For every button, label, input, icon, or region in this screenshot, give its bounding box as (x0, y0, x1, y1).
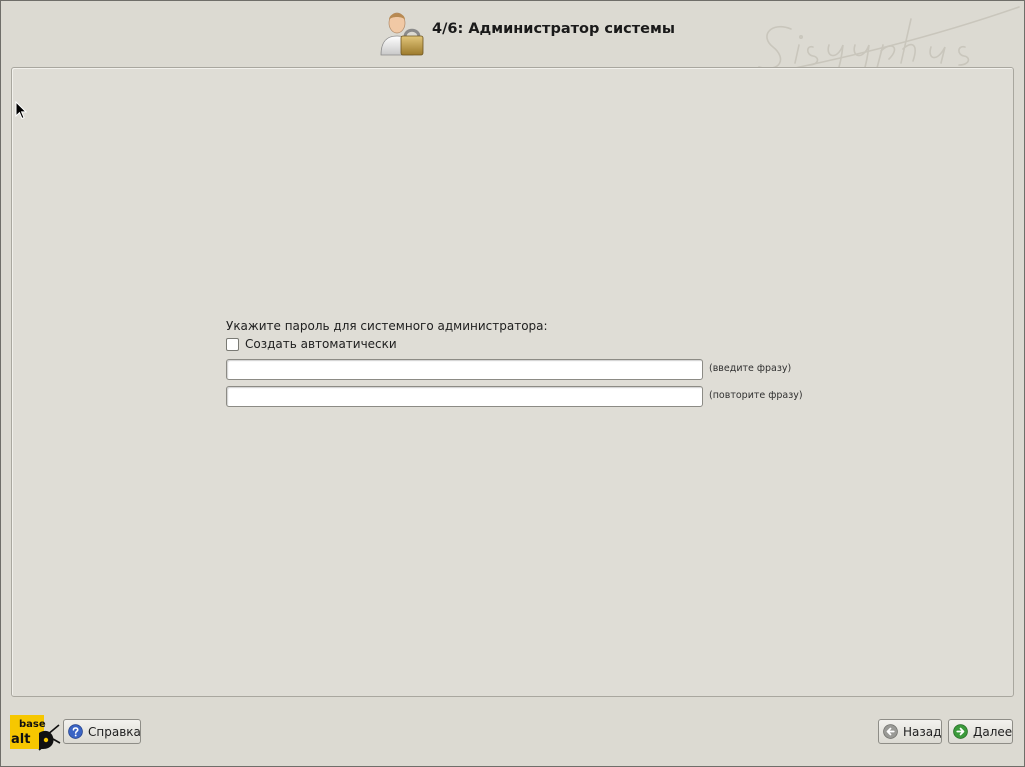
next-button[interactable]: Далее (948, 719, 1013, 744)
mouse-pointer-icon (15, 101, 27, 120)
basealt-logo: base alt (10, 715, 61, 751)
password-confirm-hint: (повторите фразу) (709, 390, 803, 401)
user-lock-icon (380, 12, 424, 56)
next-button-label: Далее (973, 724, 1013, 739)
password-form: Укажите пароль для системного администра… (226, 319, 803, 407)
arrow-left-icon (883, 724, 898, 739)
password-confirm-input[interactable] (226, 386, 703, 407)
svg-text:base: base (19, 719, 46, 730)
auto-generate-label[interactable]: Создать автоматически (245, 337, 397, 351)
auto-generate-row[interactable]: Создать автоматически (226, 337, 397, 351)
installer-window: 4/6: Администратор системы Укажите парол… (0, 0, 1025, 767)
password-hint: (введите фразу) (709, 363, 792, 374)
password-prompt: Укажите пароль для системного администра… (226, 319, 548, 333)
back-button[interactable]: Назад (878, 719, 942, 744)
svg-text:alt: alt (11, 732, 30, 747)
help-icon (68, 724, 83, 739)
auto-generate-checkbox[interactable] (226, 337, 239, 351)
back-button-label: Назад (903, 724, 942, 739)
help-button-label: Справка (88, 724, 141, 739)
content-panel (11, 67, 1014, 697)
arrow-right-icon (953, 724, 968, 739)
header: 4/6: Администратор системы (1, 1, 1024, 92)
page-title: 4/6: Администратор системы (432, 21, 675, 37)
password-input[interactable] (226, 359, 703, 380)
help-button[interactable]: Справка (63, 719, 141, 744)
